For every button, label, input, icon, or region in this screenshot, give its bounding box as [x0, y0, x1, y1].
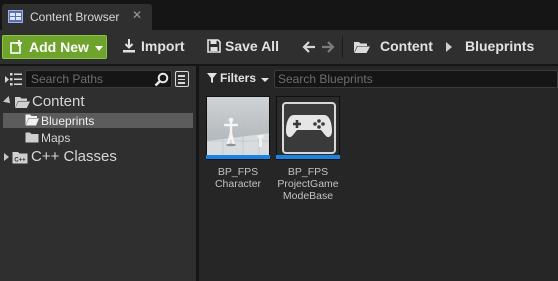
- save-all-icon: [207, 39, 221, 53]
- tree-item-blueprints[interactable]: Blueprints: [3, 113, 193, 128]
- folder-icon: [25, 132, 39, 143]
- import-label: Import: [141, 38, 185, 54]
- chevron-down-icon: [261, 78, 269, 82]
- svg-text:C++: C++: [14, 158, 26, 164]
- expanded-arrow-icon[interactable]: [3, 96, 13, 106]
- search-assets-input[interactable]: [275, 71, 555, 87]
- toolbar-divider: [342, 36, 343, 58]
- add-new-icon: [10, 40, 22, 54]
- asset-tile-bp-fps-character[interactable]: BP_FPS Character: [206, 96, 270, 196]
- mannequin-thumbnail: [206, 96, 270, 160]
- toolbar: Add New Import Save All Content Blueprin…: [0, 30, 558, 64]
- selection-bar: [206, 155, 270, 159]
- content-browser-icon: [8, 10, 23, 23]
- sources-panel: Content Blueprints Maps C++ C++ Classes: [0, 66, 196, 281]
- asset-name: BP_FPS Character: [214, 166, 262, 190]
- import-button[interactable]: Import: [120, 37, 190, 57]
- selection-bar: [276, 155, 340, 159]
- tree-item-label: C++ Classes: [31, 148, 117, 165]
- tab-title: Content Browser: [30, 10, 120, 24]
- folder-icon: [354, 42, 370, 53]
- filters-button[interactable]: Filters: [205, 71, 269, 87]
- assets-panel: Filters BP_FPS Character: [199, 66, 558, 281]
- filters-label: Filters: [220, 71, 257, 85]
- tree-item-label: Blueprints: [41, 114, 95, 128]
- search-icon[interactable]: [154, 72, 169, 87]
- tab-bar: Content Browser ✕: [0, 0, 558, 32]
- breadcrumb-chevron-right-icon[interactable]: [446, 42, 452, 52]
- gamepad-thumbnail: [276, 96, 340, 160]
- collapsed-arrow-icon[interactable]: [4, 153, 9, 161]
- forward-arrow-icon[interactable]: [321, 40, 335, 54]
- add-new-button[interactable]: Add New: [2, 35, 107, 59]
- chevron-down-icon: [95, 46, 103, 51]
- tab-content-browser[interactable]: Content Browser ✕: [2, 4, 152, 30]
- sources-panel-toggle-icon[interactable]: [4, 72, 22, 87]
- tree-item-maps[interactable]: Maps: [0, 130, 194, 145]
- search-paths-input[interactable]: [26, 71, 151, 87]
- search-paths-field[interactable]: [25, 70, 172, 88]
- folder-open-icon: [25, 114, 39, 126]
- filter-icon: [207, 73, 217, 83]
- save-all-label: Save All: [225, 38, 279, 54]
- tree-item-content[interactable]: Content: [0, 93, 194, 111]
- close-icon[interactable]: ✕: [132, 8, 142, 22]
- path-view-options-icon[interactable]: [175, 71, 189, 87]
- search-assets-field[interactable]: [274, 70, 558, 88]
- tree-item-cpp-classes[interactable]: C++ C++ Classes: [0, 148, 194, 166]
- breadcrumb-content[interactable]: Content: [380, 38, 433, 54]
- back-arrow-icon[interactable]: [302, 40, 316, 54]
- tree-item-label: Content: [32, 93, 85, 110]
- folder-open-icon: [15, 97, 30, 108]
- add-new-label: Add New: [29, 39, 89, 55]
- breadcrumb-blueprints[interactable]: Blueprints: [465, 38, 534, 54]
- asset-name: BP_FPS ProjectGame ModeBase: [277, 166, 339, 202]
- cpp-folder-icon: C++: [12, 152, 28, 164]
- import-icon: [123, 39, 135, 53]
- save-all-button[interactable]: Save All: [205, 37, 285, 57]
- tree-item-label: Maps: [41, 131, 71, 145]
- asset-tile-bp-fps-game-mode-base[interactable]: BP_FPS ProjectGame ModeBase: [276, 96, 340, 202]
